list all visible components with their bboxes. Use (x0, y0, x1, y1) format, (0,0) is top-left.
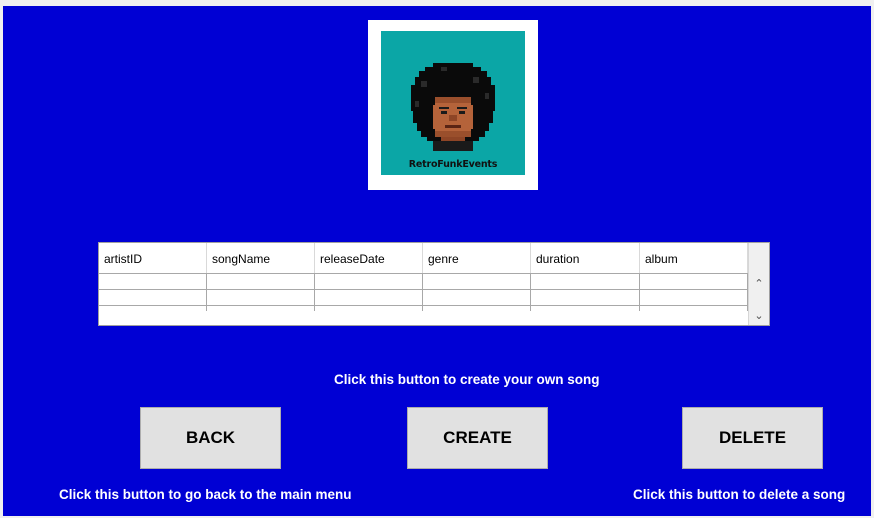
column-header-songname[interactable]: songName (207, 243, 315, 273)
create-hint-label: Click this button to create your own son… (334, 372, 600, 387)
column-header-duration[interactable]: duration (531, 243, 640, 273)
table-cell[interactable] (315, 290, 423, 305)
afro-portrait-icon (411, 63, 495, 151)
back-button[interactable]: BACK (140, 407, 281, 469)
table-cell[interactable] (423, 274, 531, 289)
column-header-genre[interactable]: genre (423, 243, 531, 273)
logo-caption: RetroFunkEvents (408, 159, 498, 170)
logo-frame: RetroFunkEvents (368, 20, 538, 190)
table-row[interactable] (99, 289, 748, 305)
create-button[interactable]: CREATE (407, 407, 548, 469)
table-cell[interactable] (315, 274, 423, 289)
table-cell[interactable] (531, 290, 640, 305)
songs-table[interactable]: artistID songName releaseDate genre dura… (98, 242, 770, 326)
table-cell[interactable] (423, 290, 531, 305)
table-cell[interactable] (207, 274, 315, 289)
column-header-releasedate[interactable]: releaseDate (315, 243, 423, 273)
table-cell[interactable] (640, 290, 748, 305)
scroll-corner (748, 243, 769, 273)
chevron-down-icon[interactable]: ⌄ (749, 307, 769, 325)
table-cell[interactable] (640, 306, 748, 311)
table-row[interactable] (99, 273, 748, 289)
table-cell[interactable] (531, 274, 640, 289)
table-cell[interactable] (207, 306, 315, 311)
table-cell[interactable] (531, 306, 640, 311)
column-header-artistid[interactable]: artistID (99, 243, 207, 273)
back-hint-label: Click this button to go back to the main… (59, 487, 352, 502)
table-vertical-scrollbar[interactable]: ⌃ ⌄ (748, 273, 769, 325)
table-cell[interactable] (423, 306, 531, 311)
songs-window: RetroFunkEvents artistID songName releas… (0, 0, 874, 518)
logo-image: RetroFunkEvents (381, 31, 525, 175)
table-header: artistID songName releaseDate genre dura… (99, 243, 748, 273)
table-cell[interactable] (315, 306, 423, 311)
table-cell[interactable] (207, 290, 315, 305)
table-cell[interactable] (99, 306, 207, 311)
delete-button[interactable]: DELETE (682, 407, 823, 469)
table-body (99, 273, 748, 311)
table-cell[interactable] (99, 274, 207, 289)
table-cell[interactable] (640, 274, 748, 289)
table-row[interactable] (99, 305, 748, 311)
column-header-album[interactable]: album (640, 243, 748, 273)
table-cell[interactable] (99, 290, 207, 305)
delete-hint-label: Click this button to delete a song (633, 487, 846, 502)
chevron-up-icon[interactable]: ⌃ (749, 275, 769, 293)
